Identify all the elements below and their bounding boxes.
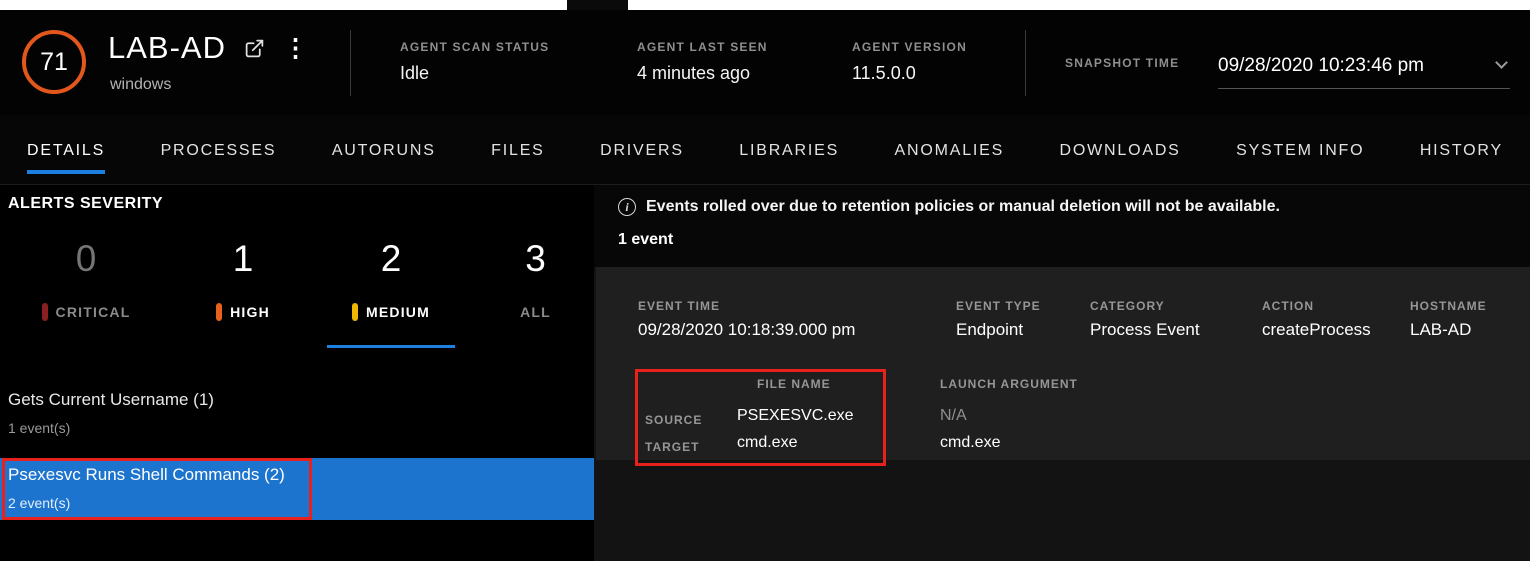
alert-subtitle: 1 event(s) [8, 420, 71, 436]
field-value: LAB-AD [1410, 320, 1472, 339]
header-divider [1025, 30, 1026, 96]
target-file-value: cmd.exe [737, 434, 798, 451]
stat-agent-scan-status: AGENT SCAN STATUS Idle [400, 40, 549, 84]
severity-count: 1 [232, 238, 254, 279]
severity-bar-icon [41, 303, 48, 321]
alert-title: Gets Current Username (1) [8, 390, 214, 409]
kebab-menu-icon[interactable]: ⋮ [283, 35, 308, 61]
alert-subtitle: 2 event(s) [8, 495, 71, 511]
event-count: 1 event [618, 231, 674, 248]
snapshot-time-value: 09/28/2020 10:23:46 pm [1218, 54, 1425, 76]
severity-count: 3 [525, 238, 546, 279]
tab-details[interactable]: DETAILS [27, 126, 106, 174]
field-event-time: EVENT TIME 09/28/2020 10:18:39.000 pm [638, 299, 855, 340]
host-name: LAB-AD [108, 30, 226, 65]
tab-bar: DETAILS PROCESSES AUTORUNS FILES DRIVERS… [0, 115, 1530, 185]
stat-label: AGENT LAST SEEN [637, 40, 768, 54]
field-value: Endpoint [956, 320, 1024, 339]
severity-bar-icon [352, 303, 358, 321]
field-action: ACTION createProcess [1262, 299, 1371, 340]
field-category: CATEGORY Process Event [1090, 299, 1200, 340]
alert-title: Psexesvc Runs Shell Commands (2) [8, 465, 285, 484]
risk-score-value: 71 [40, 47, 68, 76]
severity-tag: MEDIUM [352, 303, 430, 321]
severity-selected-underline [327, 345, 455, 348]
event-card[interactable]: EVENT TIME 09/28/2020 10:18:39.000 pm EV… [596, 267, 1530, 460]
launch-argument-target-value: cmd.exe [940, 434, 1001, 451]
severity-count: 2 [380, 238, 402, 279]
alerts-panel: ALERTS SEVERITY 0 CRITICAL 1 HIGH 2 MEDI… [0, 185, 594, 561]
stat-value: 4 minutes ago [637, 63, 751, 83]
tab-history[interactable]: HISTORY [1420, 126, 1503, 174]
stat-value: 11.5.0.0 [852, 63, 916, 83]
source-file-value: PSEXESVC.exe [737, 407, 854, 424]
source-label: SOURCE [645, 413, 703, 427]
severity-medium[interactable]: 2 MEDIUM [327, 237, 455, 321]
events-notice-band: i Events rolled over due to retention po… [594, 185, 1530, 267]
snapshot-time-select[interactable]: 09/28/2020 10:23:46 pm [1218, 43, 1510, 89]
field-value: createProcess [1262, 320, 1371, 339]
severity-tag: HIGH [216, 303, 270, 321]
tab-processes[interactable]: PROCESSES [161, 126, 277, 174]
stat-agent-version: AGENT VERSION 11.5.0.0 [852, 40, 967, 84]
host-header: 71 LAB-AD ⋮ windows AGENT SCAN STATUS Id… [0, 10, 1530, 115]
severity-tag: CRITICAL [41, 303, 131, 321]
top-notch [567, 0, 628, 10]
tab-files[interactable]: FILES [491, 126, 544, 174]
alert-item-psexesvc-runs-shell-commands[interactable]: Psexesvc Runs Shell Commands (2) 2 event… [0, 458, 594, 520]
severity-high[interactable]: 1 HIGH [203, 237, 283, 321]
field-label: CATEGORY [1090, 299, 1165, 313]
severity-tag: ALL [520, 303, 551, 321]
host-name-row: LAB-AD ⋮ [108, 30, 308, 66]
chevron-down-icon [1495, 56, 1508, 69]
field-event-type: EVENT TYPE Endpoint [956, 299, 1041, 340]
alert-item-gets-current-username[interactable]: Gets Current Username (1) 1 event(s) [0, 383, 594, 445]
severity-critical[interactable]: 0 CRITICAL [30, 237, 142, 321]
field-label: EVENT TYPE [956, 299, 1041, 313]
tab-downloads[interactable]: DOWNLOADS [1060, 126, 1181, 174]
severity-bar-icon [216, 303, 223, 321]
events-notice-text: Events rolled over due to retention poli… [646, 198, 1280, 215]
launch-argument-header: LAUNCH ARGUMENT [940, 377, 1078, 391]
header-divider [350, 30, 351, 96]
stat-agent-last-seen: AGENT LAST SEEN 4 minutes ago [637, 40, 768, 84]
severity-label: MEDIUM [366, 304, 430, 320]
stat-label: AGENT SCAN STATUS [400, 40, 550, 54]
severity-label: HIGH [230, 304, 270, 320]
events-panel: i Events rolled over due to retention po… [594, 185, 1530, 561]
field-hostname: HOSTNAME LAB-AD [1410, 299, 1487, 340]
snapshot-time-label: SNAPSHOT TIME [1065, 56, 1180, 70]
field-label: HOSTNAME [1410, 299, 1487, 313]
risk-score-badge[interactable]: 71 [22, 30, 86, 94]
alerts-severity-title: ALERTS SEVERITY [8, 195, 164, 212]
severity-label: CRITICAL [55, 304, 131, 320]
launch-argument-source-value: N/A [940, 407, 967, 424]
tab-drivers[interactable]: DRIVERS [600, 126, 684, 174]
severity-count: 0 [75, 238, 97, 279]
tab-system-info[interactable]: SYSTEM INFO [1236, 126, 1364, 174]
external-link-icon[interactable] [244, 38, 265, 59]
field-value: 09/28/2020 10:18:39.000 pm [638, 320, 856, 339]
tab-libraries[interactable]: LIBRARIES [739, 126, 839, 174]
field-value: Process Event [1090, 320, 1200, 339]
host-os: windows [110, 76, 172, 93]
info-icon: i [618, 198, 636, 216]
events-notice: i Events rolled over due to retention po… [618, 198, 1280, 216]
severity-all[interactable]: 3 ALL [498, 237, 573, 321]
severity-label: ALL [520, 304, 551, 320]
tab-anomalies[interactable]: ANOMALIES [895, 126, 1005, 174]
tab-autoruns[interactable]: AUTORUNS [332, 126, 436, 174]
file-name-header: FILE NAME [757, 377, 831, 391]
field-label: EVENT TIME [638, 299, 721, 313]
stat-value: Idle [400, 63, 430, 83]
stat-label: AGENT VERSION [852, 40, 967, 54]
host-details-screen: 71 LAB-AD ⋮ windows AGENT SCAN STATUS Id… [0, 0, 1530, 561]
target-label: TARGET [645, 440, 700, 454]
field-label: ACTION [1262, 299, 1314, 313]
